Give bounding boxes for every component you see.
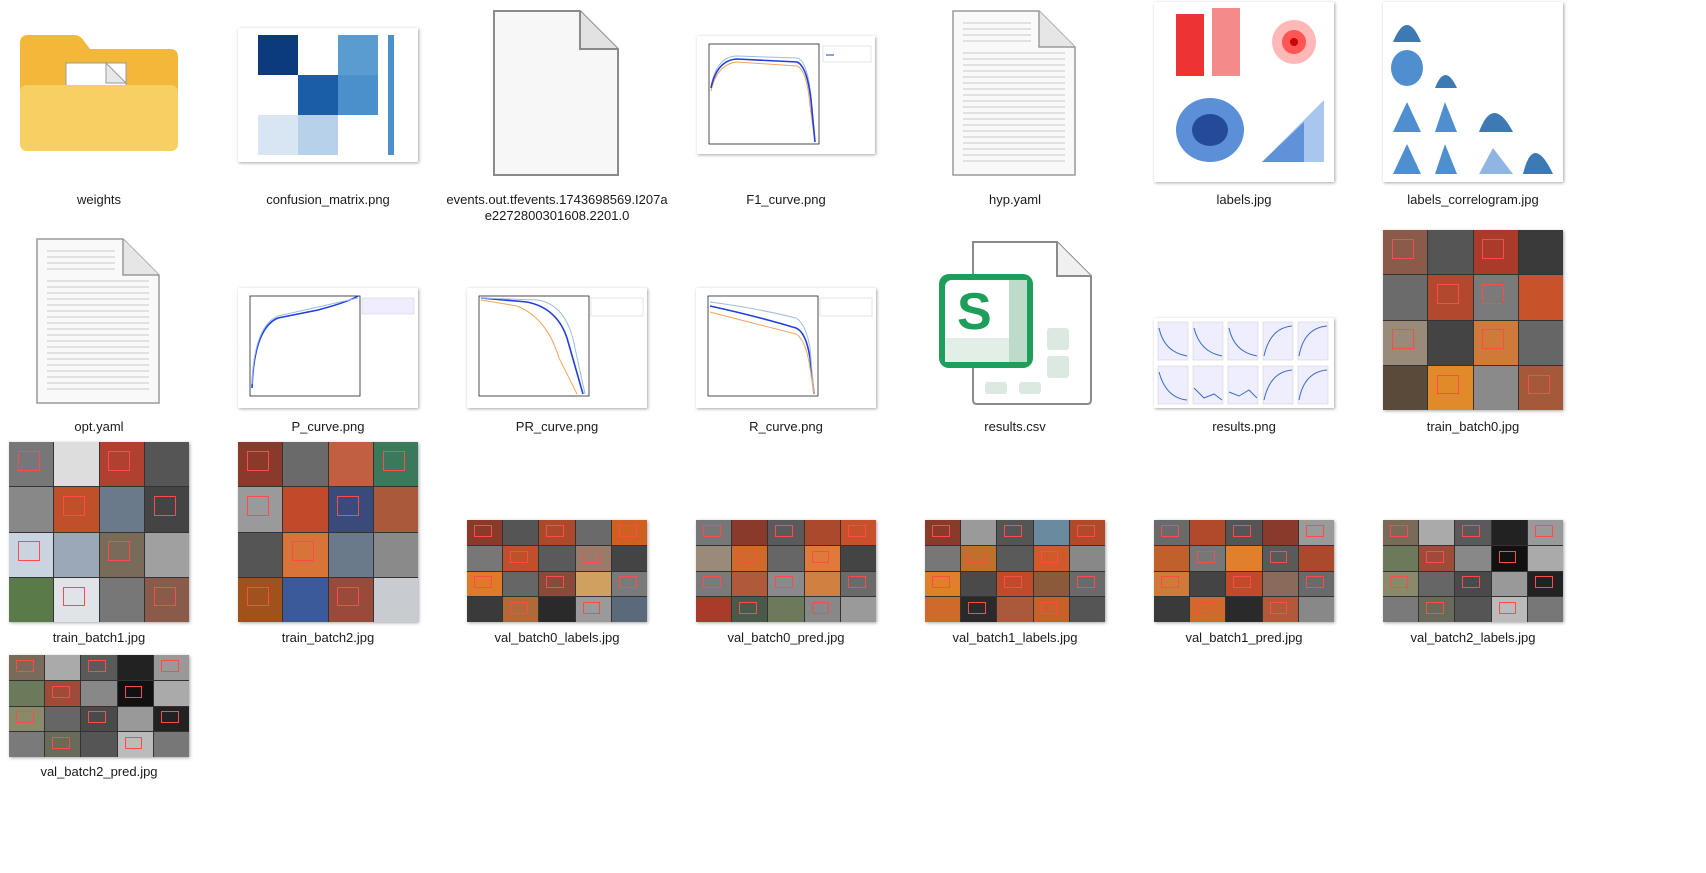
p-curve-thumbnail <box>238 288 418 408</box>
text-file-icon <box>35 237 163 410</box>
val-batch1-labels-thumbnail <box>925 520 1105 622</box>
file-name: R_curve.png <box>749 419 823 434</box>
file-name: train_batch2.jpg <box>281 630 375 645</box>
val-batch2-pred-thumbnail <box>9 655 189 757</box>
file-name: val_batch1_pred.jpg <box>1185 630 1303 645</box>
labels-correlogram-thumbnail <box>1383 2 1563 182</box>
file-name: events.out.tfevents.1743698569.I207ae227… <box>446 192 668 223</box>
file-name: train_batch1.jpg <box>52 630 146 645</box>
file-name: weights <box>76 192 122 207</box>
file-name: results.png <box>1212 419 1276 434</box>
spreadsheet-icon: S <box>935 238 1095 408</box>
labels-thumbnail <box>1154 2 1334 182</box>
pr-curve-thumbnail <box>467 288 647 408</box>
f1-curve-thumbnail <box>697 36 875 154</box>
val-batch1-pred-thumbnail <box>1154 520 1334 622</box>
val-batch0-labels-thumbnail <box>467 520 647 622</box>
file-name: PR_curve.png <box>515 419 599 434</box>
file-name: val_batch0_pred.jpg <box>727 630 845 645</box>
train-batch0-thumbnail <box>1383 230 1563 410</box>
file-name: val_batch0_labels.jpg <box>494 630 620 645</box>
file-name: labels.jpg <box>1216 192 1272 207</box>
train-batch2-thumbnail <box>238 442 418 622</box>
results-thumbnail <box>1154 318 1334 408</box>
file-name: val_batch2_pred.jpg <box>40 764 158 779</box>
file-name: P_curve.png <box>291 419 365 434</box>
spreadsheet-letter: S <box>957 283 992 341</box>
blank-file-icon <box>492 9 622 182</box>
confusion-matrix-thumbnail <box>238 28 418 162</box>
folder-icon <box>14 23 184 168</box>
file-name: F1_curve.png <box>746 192 826 207</box>
file-name: val_batch1_labels.jpg <box>952 630 1078 645</box>
file-name: results.csv <box>984 419 1046 434</box>
text-file-icon <box>951 9 1079 182</box>
file-name: hyp.yaml <box>988 192 1042 207</box>
file-name: train_batch0.jpg <box>1426 419 1520 434</box>
train-batch1-thumbnail <box>9 442 189 622</box>
file-name: confusion_matrix.png <box>266 192 390 207</box>
val-batch0-pred-thumbnail <box>696 520 876 622</box>
file-name: val_batch2_labels.jpg <box>1410 630 1536 645</box>
file-name: labels_correlogram.jpg <box>1407 192 1539 207</box>
r-curve-thumbnail <box>696 288 876 408</box>
file-name: opt.yaml <box>74 419 124 434</box>
val-batch2-labels-thumbnail <box>1383 520 1563 622</box>
